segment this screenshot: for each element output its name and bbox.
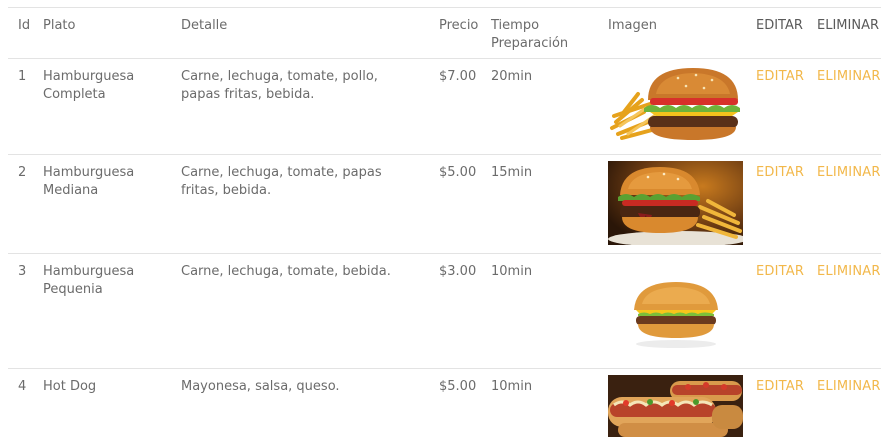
row-precio: $5.00 xyxy=(439,165,477,180)
row-tiempo: 10min xyxy=(491,379,533,394)
delete-button[interactable]: ELIMINAR xyxy=(817,164,881,182)
header-precio: Precio xyxy=(439,18,479,33)
menu-table: Id Plato Detalle Precio Tiempo Preparaci… xyxy=(8,7,881,439)
table-row: 4 Hot Dog Mayonesa, salsa, queso. $5.00 … xyxy=(8,369,881,439)
small-burger-icon xyxy=(608,270,743,350)
row-precio: $7.00 xyxy=(439,69,477,84)
row-tiempo: 20min xyxy=(491,69,533,84)
header-editar: EDITAR xyxy=(756,18,803,33)
row-tiempo: 15min xyxy=(491,165,533,180)
header-detalle: Detalle xyxy=(181,18,228,33)
row-detalle: Carne, lechuga, tomate, pollo, papas fri… xyxy=(181,69,378,102)
row-detalle: Carne, lechuga, tomate, papas fritas, be… xyxy=(181,165,382,198)
edit-button[interactable]: EDITAR xyxy=(756,164,804,182)
header-plato: Plato xyxy=(43,18,76,33)
table-row: 3 Hamburguesa Pequenia Carne, lechuga, t… xyxy=(8,254,881,369)
edit-button[interactable]: EDITAR xyxy=(756,68,804,86)
header-imagen: Imagen xyxy=(608,18,657,33)
delete-button[interactable]: ELIMINAR xyxy=(817,263,881,281)
row-plato: Hamburguesa Mediana xyxy=(43,165,135,198)
table-header-row: Id Plato Detalle Precio Tiempo Preparaci… xyxy=(8,8,881,59)
table-row: 2 Hamburguesa Mediana Carne, lechuga, to… xyxy=(8,155,881,254)
burger-dark-background-icon xyxy=(608,161,743,245)
row-id: 4 xyxy=(18,379,27,394)
row-id: 2 xyxy=(18,165,27,180)
header-tiempo: Tiempo Preparación xyxy=(491,18,569,51)
edit-button[interactable]: EDITAR xyxy=(756,378,804,396)
row-detalle: Carne, lechuga, tomate, bebida. xyxy=(181,264,391,279)
header-eliminar: ELIMINAR xyxy=(817,18,879,33)
row-plato: Hot Dog xyxy=(43,379,97,394)
edit-button[interactable]: EDITAR xyxy=(756,263,804,281)
row-precio: $5.00 xyxy=(439,379,477,394)
row-plato: Hamburguesa Completa xyxy=(43,69,135,102)
header-id: Id xyxy=(18,18,31,33)
row-id: 3 xyxy=(18,264,27,279)
delete-button[interactable]: ELIMINAR xyxy=(817,378,881,396)
row-precio: $3.00 xyxy=(439,264,477,279)
row-detalle: Mayonesa, salsa, queso. xyxy=(181,379,340,394)
delete-button[interactable]: ELIMINAR xyxy=(817,68,881,86)
hot-dog-icon xyxy=(608,375,743,437)
row-id: 1 xyxy=(18,69,27,84)
burger-with-fries-icon xyxy=(608,64,743,144)
row-plato: Hamburguesa Pequenia xyxy=(43,264,135,297)
table-row: 1 Hamburguesa Completa Carne, lechuga, t… xyxy=(8,59,881,155)
row-tiempo: 10min xyxy=(491,264,533,279)
